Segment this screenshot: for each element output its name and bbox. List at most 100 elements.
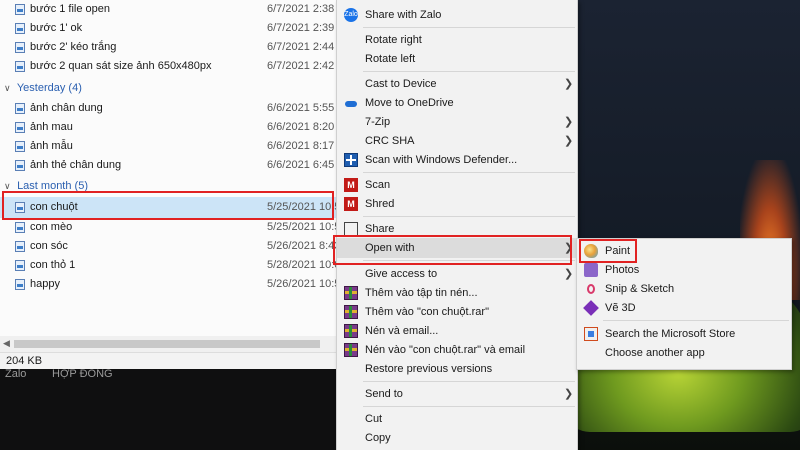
submenu-item-photos[interactable]: Photos bbox=[577, 260, 791, 280]
file-row[interactable]: ảnh thẻ chân dung 6/6/2021 6:45 bbox=[0, 156, 336, 175]
menu-item-7zip[interactable]: 7-Zip ❯ bbox=[337, 112, 577, 132]
menu-separator bbox=[363, 71, 575, 72]
file-image-icon bbox=[15, 42, 25, 53]
defender-icon bbox=[344, 153, 358, 167]
onedrive-icon bbox=[344, 96, 358, 110]
menu-label: Shred bbox=[365, 198, 395, 210]
file-name: ảnh thẻ chân dung bbox=[30, 159, 122, 171]
menu-item-rar-add[interactable]: Thêm vào tập tin nén... bbox=[337, 283, 577, 303]
status-bar: 204 KB bbox=[0, 352, 336, 369]
highlight-paint bbox=[579, 239, 637, 263]
file-row[interactable]: con thỏ 1 5/28/2021 10:0 bbox=[0, 256, 340, 275]
menu-item-rotate-left[interactable]: Rotate left bbox=[337, 49, 577, 69]
file-image-icon bbox=[15, 103, 25, 114]
chevron-right-icon: ❯ bbox=[564, 78, 574, 90]
chevron-down-icon: ∨ bbox=[4, 83, 11, 93]
desktop-dark-band bbox=[0, 368, 336, 450]
chevron-right-icon: ❯ bbox=[564, 116, 574, 128]
mcafee-icon: M bbox=[344, 178, 358, 192]
file-image-icon bbox=[15, 222, 25, 233]
menu-item-give-access[interactable]: Give access to ❯ bbox=[337, 264, 577, 284]
submenu-item-paint-3d[interactable]: Vẽ 3D bbox=[577, 298, 791, 318]
menu-item-rotate-right[interactable]: Rotate right bbox=[337, 30, 577, 50]
desktop-label-zalo[interactable]: Zalo bbox=[5, 368, 26, 380]
submenu-item-choose-app[interactable]: Choose another app bbox=[577, 343, 791, 363]
menu-label: Cast to Device bbox=[365, 78, 437, 90]
menu-label: Copy bbox=[365, 432, 391, 444]
horizontal-scrollbar[interactable]: ◀ bbox=[0, 336, 336, 352]
highlight-open-with bbox=[333, 235, 572, 265]
winrar-icon bbox=[344, 343, 358, 357]
file-date: 6/6/2021 8:17 bbox=[267, 140, 335, 152]
file-row[interactable]: bước 2' kéo trắng 6/7/2021 2:44 bbox=[0, 38, 336, 57]
menu-item-cut[interactable]: Cut bbox=[337, 409, 577, 429]
menu-label: Thêm vào tập tin nén... bbox=[365, 287, 478, 299]
menu-item-copy[interactable]: Copy bbox=[337, 428, 577, 448]
file-image-icon bbox=[15, 23, 25, 34]
menu-item-scan-defender[interactable]: Scan with Windows Defender... bbox=[337, 150, 577, 170]
menu-label: CRC SHA bbox=[365, 135, 415, 147]
menu-item-cast-to-device[interactable]: Cast to Device ❯ bbox=[337, 74, 577, 94]
menu-item-shred[interactable]: M Shred bbox=[337, 194, 577, 214]
file-date: 5/28/2021 10:0 bbox=[267, 259, 341, 271]
desktop-label-hop-dong[interactable]: HỢP ĐỒNG bbox=[52, 368, 113, 380]
submenu-label: Vẽ 3D bbox=[605, 302, 636, 314]
menu-label: Thêm vào "con chuột.rar" bbox=[365, 306, 489, 318]
submenu-label: Search the Microsoft Store bbox=[605, 328, 736, 340]
menu-separator bbox=[363, 172, 575, 173]
menu-label: Scan bbox=[365, 179, 391, 191]
file-name: con sóc bbox=[30, 240, 68, 252]
menu-label: Nén và email... bbox=[365, 325, 439, 337]
submenu-item-snip-sketch[interactable]: Snip & Sketch bbox=[577, 279, 791, 299]
file-image-icon bbox=[15, 4, 25, 15]
winrar-icon bbox=[344, 324, 358, 338]
submenu-label: Choose another app bbox=[605, 347, 705, 359]
file-image-icon bbox=[15, 279, 25, 290]
snip-sketch-icon bbox=[584, 282, 598, 296]
menu-label: 7-Zip bbox=[365, 116, 391, 128]
file-row[interactable]: bước 1 file open 6/7/2021 2:38 bbox=[0, 0, 336, 19]
file-name: con mèo bbox=[30, 221, 73, 233]
file-image-icon bbox=[15, 241, 25, 252]
chevron-right-icon: ❯ bbox=[564, 135, 574, 147]
file-row[interactable]: ảnh mẫu 6/6/2021 8:17 bbox=[0, 137, 336, 156]
menu-item-crc-sha[interactable]: CRC SHA ❯ bbox=[337, 131, 577, 151]
photos-icon bbox=[584, 263, 598, 277]
menu-label: Share with Zalo bbox=[365, 9, 442, 21]
file-name: bước 2' kéo trắng bbox=[30, 41, 117, 53]
file-explorer-window: bước 1 file open 6/7/2021 2:38 bước 1' o… bbox=[0, 0, 340, 369]
file-date: 6/6/2021 6:45 bbox=[267, 159, 335, 171]
menu-item-rar-email[interactable]: Nén và email... bbox=[337, 321, 577, 341]
menu-label: Give access to bbox=[365, 268, 438, 280]
file-row[interactable]: ảnh chân dung 6/6/2021 5:55 bbox=[0, 99, 336, 118]
winrar-icon bbox=[344, 286, 358, 300]
menu-item-scan[interactable]: M Scan bbox=[337, 175, 577, 195]
submenu-item-search-store[interactable]: Search the Microsoft Store bbox=[577, 324, 791, 344]
file-image-icon bbox=[15, 141, 25, 152]
file-row[interactable]: con sóc 5/26/2021 8:43 bbox=[0, 237, 340, 256]
menu-separator bbox=[363, 27, 575, 28]
submenu-label: Photos bbox=[605, 264, 640, 276]
file-row[interactable]: bước 1' ok 6/7/2021 2:39 bbox=[0, 19, 336, 38]
file-row[interactable]: ảnh mau 6/6/2021 8:20 bbox=[0, 118, 336, 137]
menu-item-rar-add-named[interactable]: Thêm vào "con chuột.rar" bbox=[337, 302, 577, 322]
file-row[interactable]: happy 5/26/2021 10:5 bbox=[0, 275, 340, 294]
context-menu: Zalo Share with Zalo Rotate right Rotate… bbox=[336, 0, 578, 450]
file-image-icon bbox=[15, 260, 25, 271]
menu-item-restore-versions[interactable]: Restore previous versions bbox=[337, 359, 577, 379]
file-image-icon bbox=[15, 160, 25, 171]
winrar-icon bbox=[344, 305, 358, 319]
file-row[interactable]: bước 2 quan sát size ảnh 650x480px 6/7/2… bbox=[0, 57, 336, 76]
menu-item-rar-email-named[interactable]: Nén vào "con chuột.rar" và email bbox=[337, 340, 577, 360]
group-header-yesterday[interactable]: ∨ Yesterday (4) bbox=[4, 79, 82, 97]
menu-item-send-to[interactable]: Send to ❯ bbox=[337, 384, 577, 404]
file-row[interactable]: con mèo 5/25/2021 10:5 bbox=[0, 218, 340, 237]
menu-item-share-zalo[interactable]: Zalo Share with Zalo bbox=[337, 5, 577, 25]
file-date: 6/7/2021 2:39 bbox=[267, 22, 335, 34]
menu-item-move-to-onedrive[interactable]: Move to OneDrive bbox=[337, 93, 577, 113]
file-name: happy bbox=[30, 278, 60, 290]
scrollbar-thumb[interactable] bbox=[14, 340, 320, 348]
scroll-left-icon[interactable]: ◀ bbox=[3, 338, 10, 349]
file-name: bước 2 quan sát size ảnh 650x480px bbox=[30, 60, 212, 72]
chevron-right-icon: ❯ bbox=[564, 388, 574, 400]
